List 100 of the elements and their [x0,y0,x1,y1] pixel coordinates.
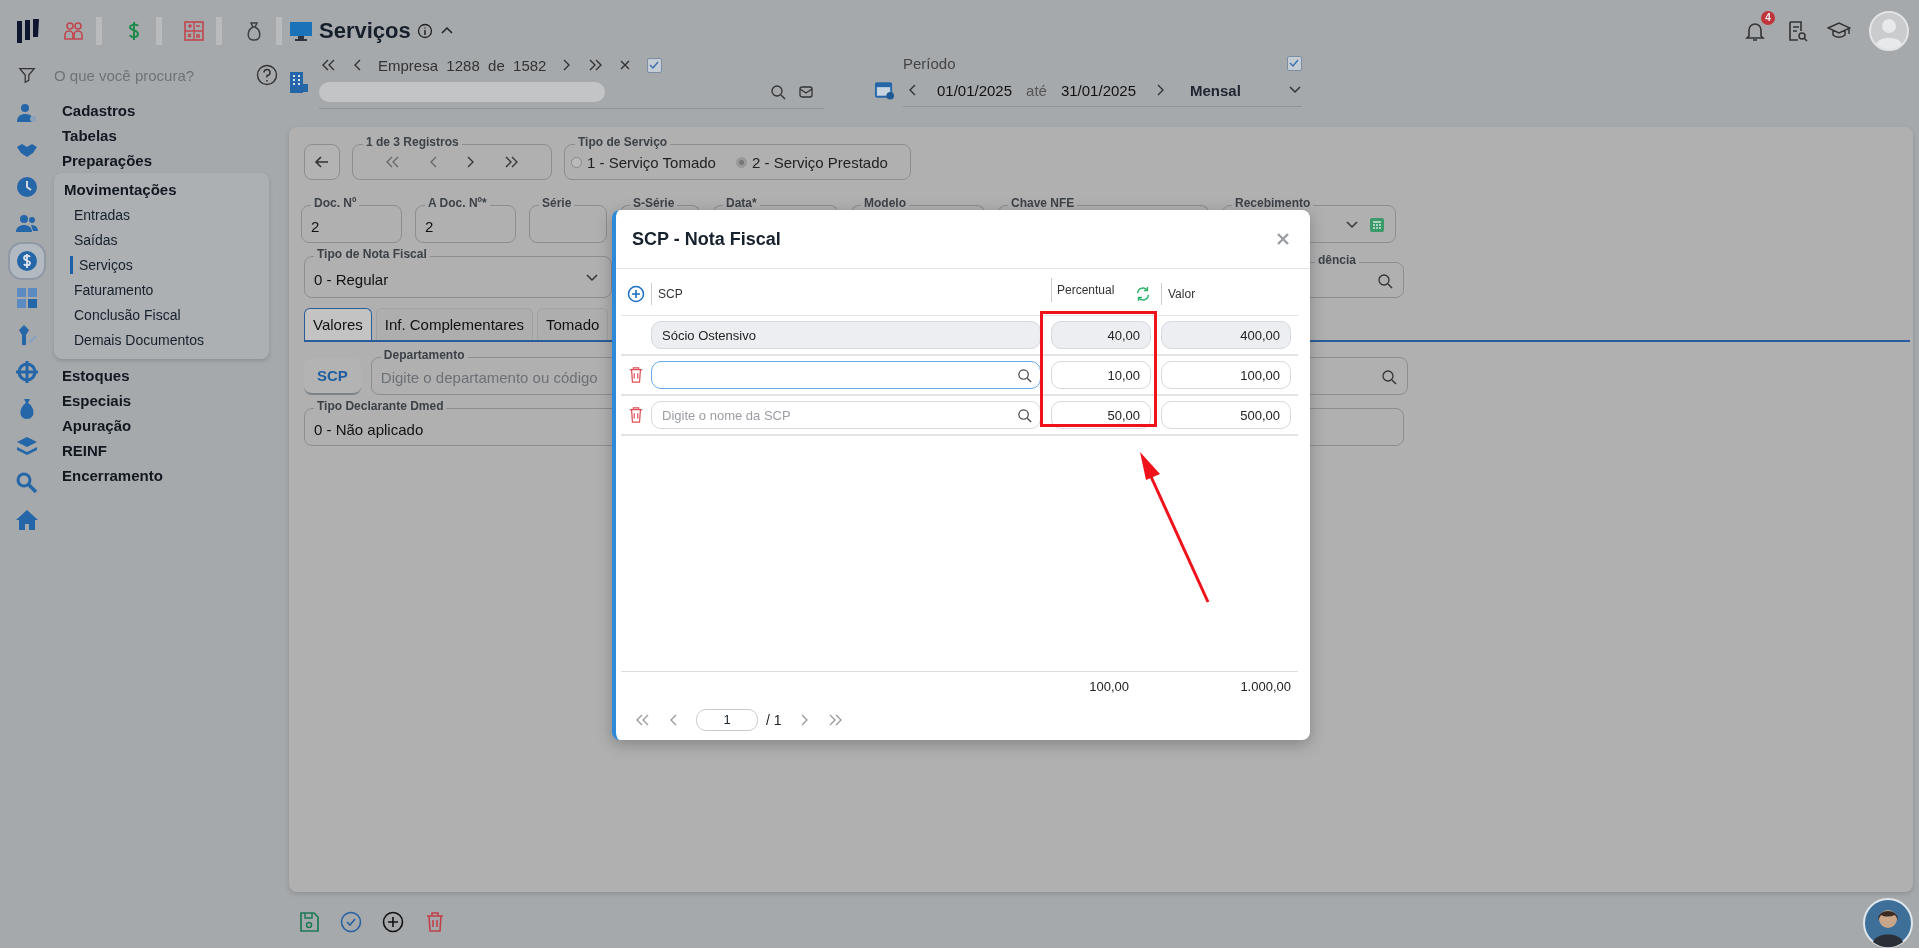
save-icon[interactable] [297,910,321,934]
field-label: Departamento [380,348,468,363]
input-field: 40,00 [1051,321,1151,349]
checkbox[interactable] [647,57,663,73]
chevron-left-icon[interactable] [352,58,362,72]
end-date[interactable]: 31/01/2025 [1060,81,1136,99]
input-field[interactable]: 500,00 [1161,401,1291,429]
nav-subitem[interactable]: Conclusão Fiscal [54,303,269,328]
chevron-down-icon[interactable] [585,273,599,283]
field-value: 0 - Regular [314,270,389,288]
double-chevron-right-icon[interactable] [504,155,519,169]
close-icon[interactable] [1276,232,1290,246]
layers-icon[interactable] [15,434,39,458]
clock-icon[interactable] [15,175,39,199]
service-type-label: Tipo de Serviço [575,135,671,149]
double-chevron-right-icon[interactable] [588,58,604,72]
tab[interactable]: Valores [304,308,372,340]
chevron-right-icon[interactable] [466,155,476,169]
search-icon[interactable] [770,84,786,100]
nav-subitem[interactable]: Entradas [54,203,269,228]
input-field: 400,00 [1161,321,1291,349]
home-icon[interactable] [15,508,39,532]
check-circle-icon[interactable] [339,910,363,934]
tab[interactable]: Inf. Complementares [375,308,533,340]
radio-button[interactable] [571,156,582,168]
column-header: SCP [651,283,1051,305]
records-label: 1 de 3 Registros [363,135,462,149]
field-value: 2 [425,217,434,235]
checkbox[interactable] [1287,55,1302,71]
monitor-icon [289,20,313,42]
nav-subitem[interactable]: Serviços [70,256,269,274]
refresh-icon[interactable] [1135,286,1151,302]
info-icon[interactable] [416,23,433,39]
logo-icon [14,17,42,45]
double-chevron-right-icon[interactable] [827,713,843,727]
close-icon[interactable] [619,59,632,71]
page-count: / 1 [766,712,782,728]
column-header: Valor [1161,283,1291,305]
input-field[interactable] [651,361,1041,389]
nav-subitem[interactable]: Saídas [54,228,269,253]
back-button[interactable] [304,144,340,180]
input-field[interactable]: 50,00 [1051,401,1151,429]
nav-item[interactable]: Especiais [54,388,132,413]
person-gear-icon[interactable] [15,101,39,125]
add-icon[interactable] [627,285,645,303]
page-title: Serviços [319,18,411,44]
chevron-left-icon[interactable] [907,83,917,97]
nav-item[interactable]: Encerramento [54,463,163,488]
plus-circle-icon[interactable] [381,910,405,934]
nav-item[interactable]: Cadastros [54,98,136,123]
trash-icon[interactable] [628,366,644,384]
double-chevron-left-icon[interactable] [321,58,336,72]
column-header: Percentual [1057,282,1115,299]
dollar-icon[interactable] [15,249,39,273]
nav-item[interactable]: Movimentações [54,177,269,203]
input-field[interactable]: 100,00 [1161,361,1291,389]
nav-item[interactable]: Preparações [54,148,153,173]
period-label: Período [903,54,956,72]
user-avatar[interactable] [1869,11,1909,51]
search-icon[interactable] [1377,273,1393,289]
nav-item[interactable]: Tabelas [54,123,117,148]
nav-subitem[interactable]: Demais Documentos [54,328,269,353]
chevron-right-icon[interactable] [1156,83,1166,97]
field-placeholder: Digite o departamento ou código [380,369,598,386]
nav-subitem[interactable]: Faturamento [54,278,269,303]
input-field[interactable]: 10,00 [1051,361,1151,389]
field-label: Tipo de Nota Fiscal [314,247,430,262]
double-chevron-left-icon[interactable] [635,713,650,727]
nav-item[interactable]: Estoques [54,363,130,388]
mail-icon[interactable] [798,84,814,100]
chevron-left-icon[interactable] [668,713,678,727]
filter-icon[interactable] [18,66,36,84]
range-separator: até [1026,81,1047,99]
start-date[interactable]: 01/01/2025 [937,81,1013,99]
chevron-down-icon[interactable] [1345,220,1359,230]
tab[interactable]: Tomado [537,308,609,340]
search-icon[interactable] [1017,408,1032,423]
nav-item[interactable]: REINF [54,438,107,463]
double-chevron-left-icon[interactable] [385,155,400,169]
input-field: Sócio Ostensivo [651,321,1041,349]
field-label: Tipo Declarante Dmed [314,399,447,414]
assistant-avatar[interactable] [1863,898,1913,948]
trash-icon[interactable] [628,406,644,424]
nav-item[interactable]: Apuração [54,413,132,438]
search-icon[interactable] [1380,369,1397,385]
chevron-down-icon[interactable] [1288,85,1302,95]
total-value: 100,00 [1088,678,1130,694]
total-value: 1.000,00 [1239,678,1291,694]
notification-badge: 4 [1761,11,1775,25]
building-icon [289,69,309,94]
people-icon[interactable] [62,19,86,43]
radio-button[interactable] [735,156,747,168]
field-value: 0 - Não aplicado [314,420,424,438]
chevron-right-icon[interactable] [799,713,810,727]
company-counter: Empresa 1288 de 1582 [378,56,547,74]
chevron-left-icon[interactable] [428,155,438,169]
frequency-dropdown[interactable]: Mensal [1190,81,1268,99]
search-icon[interactable] [1017,368,1032,383]
help-icon[interactable] [256,64,278,86]
page-input[interactable]: 1 [696,709,758,731]
